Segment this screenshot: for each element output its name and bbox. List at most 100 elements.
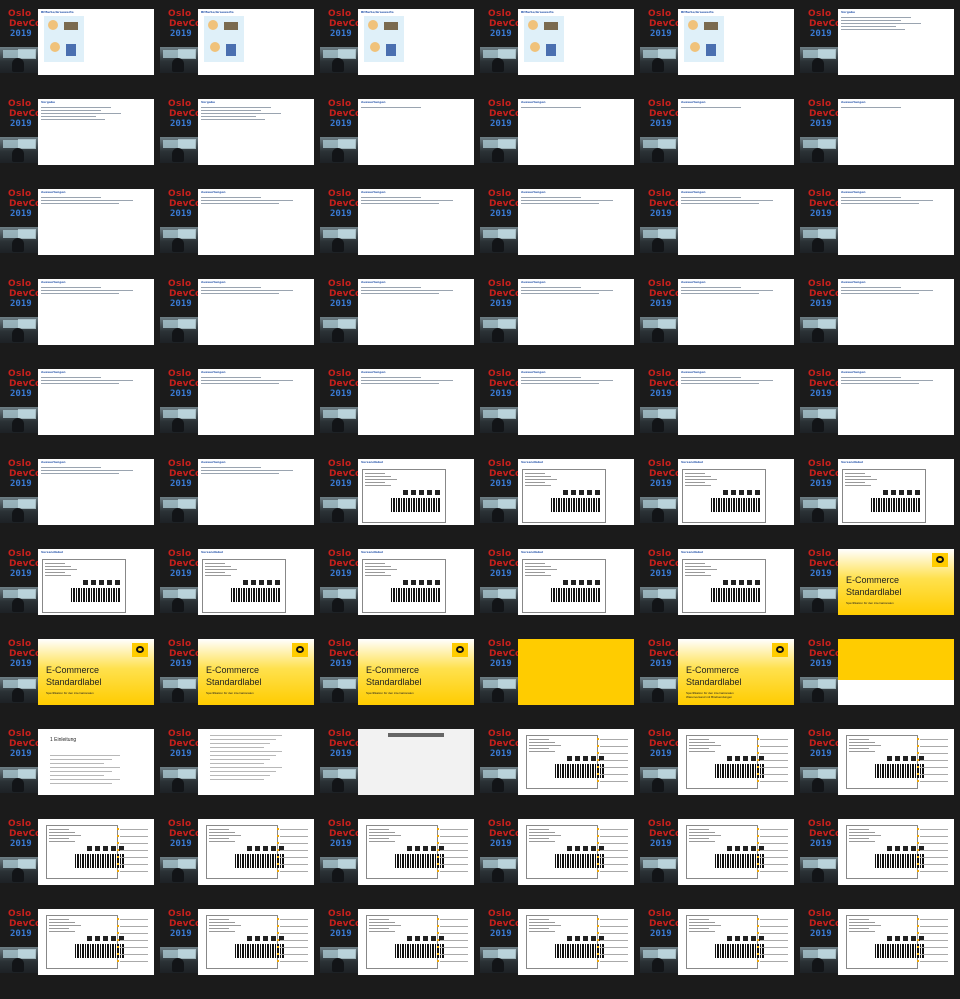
text-line <box>41 116 96 117</box>
video-frame[interactable]: Oslo DevCon 2019 Auswertungen <box>800 99 960 189</box>
legend-bullet-icon <box>597 738 599 740</box>
video-frame[interactable]: Oslo DevCon 2019 Auswertungen <box>160 369 320 459</box>
video-frame[interactable]: Oslo DevCon 2019 Bitfarbe/Grauwerte <box>640 9 800 99</box>
legend-line <box>920 767 948 768</box>
legend-bullet-icon <box>117 946 119 948</box>
shipping-label <box>846 735 925 789</box>
video-frame[interactable]: Oslo DevCon 2019 <box>800 729 960 819</box>
video-frame[interactable]: Oslo DevCon 2019 Auswertungen <box>480 279 640 369</box>
text-line <box>41 377 101 378</box>
video-frame[interactable]: Oslo DevCon 2019 Bitfarbe/Grauwerte <box>0 9 160 99</box>
text-line <box>361 200 453 201</box>
slide-label: Versandlabel <box>678 459 794 525</box>
video-frame[interactable]: Oslo DevCon 2019 <box>0 909 160 999</box>
video-frame[interactable]: Oslo DevCon 2019 E-Commerce Standardlabel Spe… <box>800 549 960 639</box>
video-frame[interactable]: Oslo DevCon 2019 Versandlabel <box>800 459 960 549</box>
video-frame[interactable]: Oslo DevCon 2019 Versandlabel <box>640 459 800 549</box>
video-frame[interactable]: Oslo DevCon 2019 <box>480 729 640 819</box>
label-row <box>685 482 705 483</box>
video-frame[interactable]: Oslo DevCon 2019 Auswertungen <box>640 189 800 279</box>
video-frame[interactable]: Oslo DevCon 2019 Versandlabel <box>160 549 320 639</box>
legend-bullet-icon <box>277 856 279 858</box>
window-light <box>658 499 676 509</box>
video-frame[interactable]: Oslo DevCon 2019 E-Commerce Standardlabel Spe… <box>0 639 160 729</box>
legend-line <box>600 857 628 858</box>
video-frame[interactable]: Oslo DevCon 2019 Vorgabe <box>0 99 160 189</box>
video-frame[interactable]: Oslo DevCon 2019 Versandlabel <box>320 459 480 549</box>
conference-logo-line1: Oslo <box>488 189 512 199</box>
video-frame[interactable]: Oslo DevCon 2019 Auswertungen <box>160 189 320 279</box>
video-frame[interactable]: Oslo DevCon 2019 Versandlabel <box>640 549 800 639</box>
legend-bullet-icon <box>757 863 759 865</box>
video-frame[interactable]: Oslo DevCon 2019 <box>320 729 480 819</box>
video-frame[interactable]: Oslo DevCon 2019 Versandlabel <box>480 459 640 549</box>
video-frame[interactable]: Oslo DevCon 2019 Auswertungen <box>640 99 800 189</box>
video-frame[interactable]: Oslo DevCon 2019 <box>640 729 800 819</box>
video-frame[interactable]: Oslo DevCon 2019 Auswertungen <box>480 369 640 459</box>
legend-line <box>120 843 148 844</box>
video-frame[interactable]: Oslo DevCon 2019 Versandlabel <box>0 549 160 639</box>
video-frame[interactable]: Oslo DevCon 2019 Auswertungen <box>480 189 640 279</box>
video-frame[interactable]: Oslo DevCon 2019 Auswertungen <box>640 369 800 459</box>
video-frame[interactable]: Oslo DevCon 2019 Bitfarbe/Grauwerte <box>320 9 480 99</box>
video-frame[interactable]: Oslo DevCon 2019 <box>480 639 640 729</box>
label-row <box>685 476 711 477</box>
label-row <box>849 745 881 746</box>
video-frame[interactable]: Oslo DevCon 2019 Auswertungen <box>320 99 480 189</box>
conference-logo-year: 2019 <box>330 209 352 219</box>
video-frame[interactable]: Oslo DevCon 2019 Auswertungen <box>0 279 160 369</box>
video-frame[interactable]: Oslo DevCon 2019 Auswertungen <box>320 369 480 459</box>
video-frame[interactable]: Oslo DevCon 2019 <box>320 909 480 999</box>
video-frame[interactable]: Oslo DevCon 2019 <box>320 819 480 909</box>
video-frame[interactable]: Oslo DevCon 2019 Auswertungen <box>0 459 160 549</box>
video-frame[interactable]: Oslo DevCon 2019 Bitfarbe/Grauwerte <box>160 9 320 99</box>
video-frame[interactable]: Oslo DevCon 2019 Auswertungen <box>640 279 800 369</box>
video-frame[interactable]: Oslo DevCon 2019 <box>800 909 960 999</box>
video-frame[interactable]: Oslo DevCon 2019 <box>800 819 960 909</box>
video-frame[interactable]: Oslo DevCon 2019 <box>160 729 320 819</box>
legend-bullet-icon <box>917 953 919 955</box>
video-frame[interactable]: Oslo DevCon 2019 E-Commerce Standardlabel Spe… <box>640 639 800 729</box>
slide-label_split <box>38 909 154 975</box>
video-frame[interactable]: Oslo DevCon 2019 Auswertungen <box>0 189 160 279</box>
video-frame[interactable]: Oslo DevCon 2019 Auswertungen <box>0 369 160 459</box>
video-frame[interactable]: Oslo DevCon 2019 Auswertungen <box>480 99 640 189</box>
speaker-silhouette <box>812 328 824 342</box>
label-symbol-icon <box>739 490 744 495</box>
video-frame[interactable]: Oslo DevCon 2019 <box>480 819 640 909</box>
video-frame[interactable]: Oslo DevCon 2019 <box>0 819 160 909</box>
video-frame[interactable]: Oslo DevCon 2019 <box>800 639 960 729</box>
slide-title: Versandlabel <box>681 550 704 554</box>
video-frame[interactable]: Oslo DevCon 2019 Auswertungen <box>320 279 480 369</box>
video-frame[interactable]: Oslo DevCon 2019 E-Commerce Standardlabel Spe… <box>160 639 320 729</box>
text-line <box>681 383 759 384</box>
video-frame[interactable]: Oslo DevCon 2019 Auswertungen <box>800 369 960 459</box>
video-frame[interactable]: Oslo DevCon 2019 <box>640 819 800 909</box>
video-frame[interactable]: Oslo DevCon 2019 Versandlabel <box>480 549 640 639</box>
video-frame[interactable]: Oslo DevCon 2019 Auswertungen <box>160 459 320 549</box>
shipping-label <box>362 469 446 523</box>
label-row <box>849 931 875 932</box>
legend-bullet-icon <box>437 918 439 920</box>
video-frame[interactable]: Oslo DevCon 2019 <box>480 909 640 999</box>
label-symbol-icon <box>735 756 740 761</box>
slide-doc_intro: 1 Einleitung <box>38 729 154 795</box>
video-frame[interactable]: Oslo DevCon 2019 E-Commerce Standardlabel Spe… <box>320 639 480 729</box>
video-frame[interactable]: Oslo DevCon 2019 Vorgabe <box>160 99 320 189</box>
label-symbol-icon <box>751 936 756 941</box>
video-frame[interactable]: Oslo DevCon 2019 Bitfarbe/Grauwerte <box>480 9 640 99</box>
video-frame[interactable]: Oslo DevCon 2019 Auswertungen <box>800 189 960 279</box>
video-frame[interactable]: Oslo DevCon 2019 Auswertungen <box>320 189 480 279</box>
video-frame[interactable]: Oslo DevCon 2019 Auswertungen <box>160 279 320 369</box>
label-symbol-icon <box>103 846 108 851</box>
video-frame[interactable]: Oslo DevCon 2019 <box>640 909 800 999</box>
speaker-camera <box>160 677 198 703</box>
label-symbol-icon <box>271 846 276 851</box>
video-frame[interactable]: Oslo DevCon 2019 Versandlabel <box>320 549 480 639</box>
video-frame[interactable]: Oslo DevCon 2019 Vorgabe <box>800 9 960 99</box>
video-frame[interactable]: Oslo DevCon 2019 1 Einleitung <box>0 729 160 819</box>
video-frame[interactable]: Oslo DevCon 2019 <box>160 819 320 909</box>
video-frame[interactable]: Oslo DevCon 2019 Auswertungen <box>800 279 960 369</box>
label-symbol-icon <box>743 846 748 851</box>
video-frame[interactable]: Oslo DevCon 2019 <box>160 909 320 999</box>
